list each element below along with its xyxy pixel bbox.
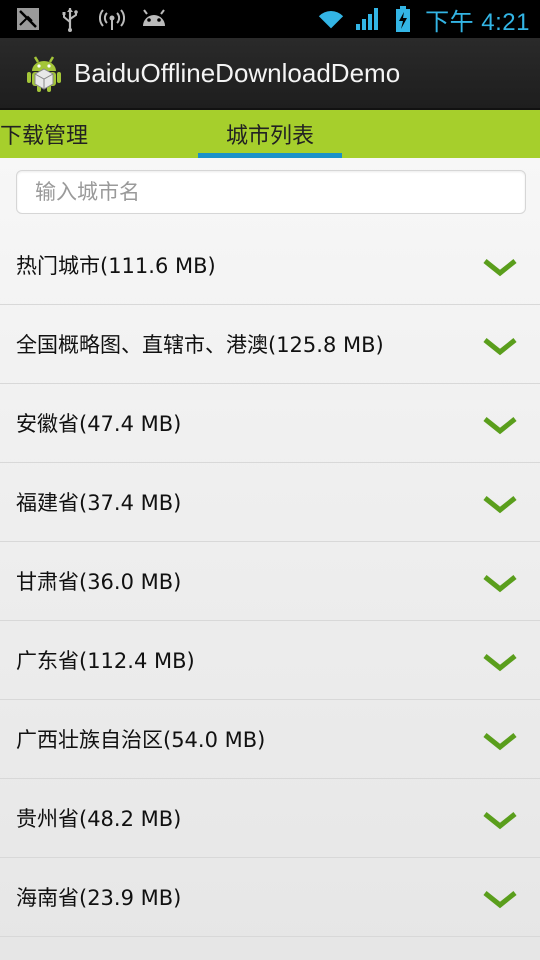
city-search-input[interactable]	[17, 171, 525, 213]
cell-signal-icon	[353, 5, 381, 33]
checkmark-icon	[483, 338, 517, 356]
list-item-label: 贵州省(48.2 MB)	[16, 807, 182, 831]
status-clock: 下午 4:21	[425, 8, 530, 36]
checkmark-icon	[483, 891, 517, 909]
list-item[interactable]: 广西壮族自治区(54.0 MB)	[0, 700, 540, 779]
wifi-hotspot-icon	[98, 5, 126, 33]
checkmark-icon	[483, 812, 517, 830]
checkmark-icon	[483, 496, 517, 514]
signal-off-icon	[14, 5, 42, 33]
list-item[interactable]: 安徽省(47.4 MB)	[0, 384, 540, 463]
tab-download-manager[interactable]: 下载管理	[0, 110, 104, 158]
city-list-page: 热门城市(111.6 MB) 全国概略图、直辖市、港澳(125.8 MB) 安徽…	[0, 158, 540, 960]
list-item-label: 安徽省(47.4 MB)	[16, 412, 182, 436]
tab-city-list[interactable]: 城市列表	[198, 110, 342, 158]
list-item[interactable]: 热门城市(111.6 MB)	[0, 226, 540, 305]
android-app-icon	[22, 51, 66, 95]
search-box	[16, 170, 526, 214]
status-left-icons	[0, 5, 168, 33]
action-bar: BaiduOfflineDownloadDemo	[0, 38, 540, 110]
usb-icon	[56, 5, 84, 33]
list-item[interactable]: 全国概略图、直辖市、港澳(125.8 MB)	[0, 305, 540, 384]
status-bar: 下午 4:21	[0, 0, 540, 38]
checkmark-icon	[483, 575, 517, 593]
list-item[interactable]: 福建省(37.4 MB)	[0, 463, 540, 542]
checkmark-icon	[483, 733, 517, 751]
list-item-label: 广东省(112.4 MB)	[16, 649, 195, 673]
checkmark-icon	[483, 259, 517, 277]
status-right-icons: 下午 4:21	[317, 2, 540, 37]
list-item-label: 海南省(23.9 MB)	[16, 886, 182, 910]
android-debug-icon	[140, 5, 168, 33]
city-list[interactable]: 热门城市(111.6 MB) 全国概略图、直辖市、港澳(125.8 MB) 安徽…	[0, 226, 540, 937]
list-item[interactable]: 甘肃省(36.0 MB)	[0, 542, 540, 621]
list-item-label: 全国概略图、直辖市、港澳(125.8 MB)	[16, 333, 384, 357]
app-title: BaiduOfflineDownloadDemo	[74, 57, 401, 88]
list-item[interactable]: 广东省(112.4 MB)	[0, 621, 540, 700]
list-item-label: 热门城市(111.6 MB)	[16, 254, 216, 278]
wifi-icon	[317, 5, 345, 33]
list-item-label: 甘肃省(36.0 MB)	[16, 570, 182, 594]
battery-charging-icon	[389, 5, 417, 33]
list-item-label: 福建省(37.4 MB)	[16, 491, 182, 515]
list-item-label: 广西壮族自治区(54.0 MB)	[16, 728, 266, 752]
list-item[interactable]: 贵州省(48.2 MB)	[0, 779, 540, 858]
checkmark-icon	[483, 417, 517, 435]
list-item[interactable]: 海南省(23.9 MB)	[0, 858, 540, 937]
tab-bar: 下载管理 城市列表	[0, 110, 540, 158]
checkmark-icon	[483, 654, 517, 672]
